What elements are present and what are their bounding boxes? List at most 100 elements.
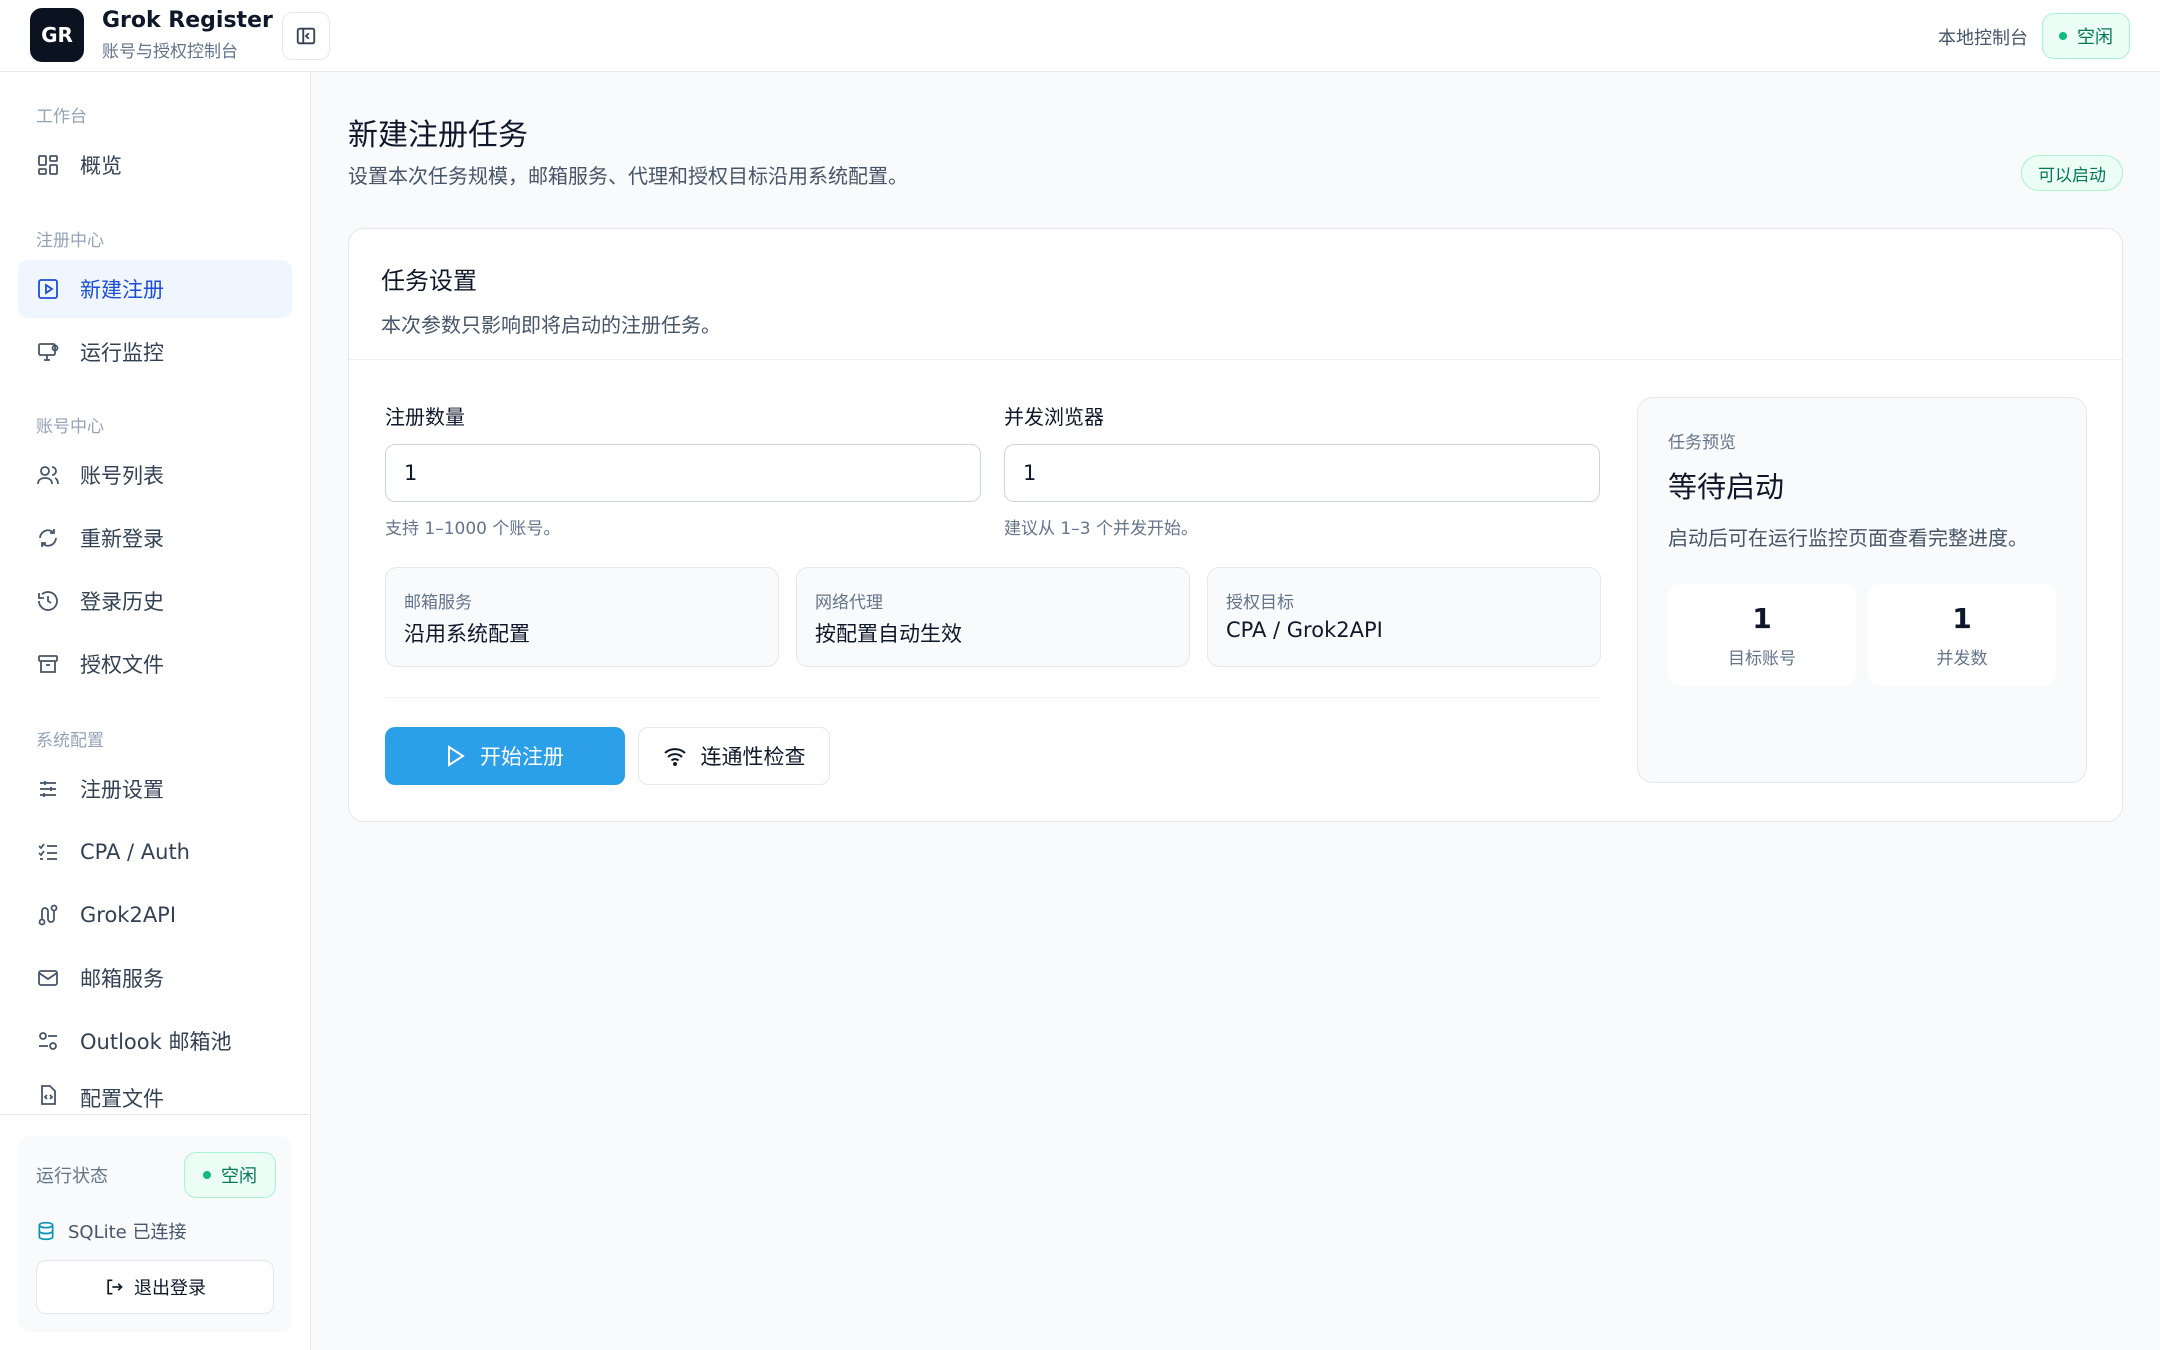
sidebar-item-label: Grok2API: [80, 903, 177, 927]
register-count-hint: 支持 1–1000 个账号。: [385, 519, 561, 539]
concurrency-stat: 1 并发数: [1868, 584, 2056, 686]
sidebar-item-label: 运行监控: [80, 341, 164, 365]
sliders-icon: [40, 781, 56, 797]
sidebar-item-label: 概览: [80, 154, 122, 178]
checklist-icon: [38, 843, 57, 860]
page-subtitle: 设置本次任务规模，邮箱服务、代理和授权目标沿用系统配置。: [348, 164, 908, 188]
sidebar-section-accounts: 账号中心: [36, 417, 104, 437]
status-dot-icon: [2059, 32, 2067, 40]
sidebar-item-overview[interactable]: 概览: [18, 136, 292, 194]
register-count-input[interactable]: 1: [385, 444, 981, 502]
history-icon: [38, 591, 58, 611]
info-value: 按配置自动生效: [815, 622, 962, 646]
panel-left-icon: [296, 27, 316, 45]
sidebar-section-workbench: 工作台: [36, 107, 87, 127]
connectivity-check-label: 连通性检查: [700, 745, 806, 769]
play-square-icon: [38, 279, 58, 299]
sidebar-section-system: 系统配置: [36, 731, 104, 751]
runtime-status-badge: 空闲: [184, 1152, 276, 1198]
sidebar-item-account-list[interactable]: 账号列表: [18, 446, 292, 504]
sidebar-item-label: 重新登录: [80, 527, 164, 551]
users-icon: [37, 466, 59, 485]
logout-label: 退出登录: [134, 1278, 206, 1299]
runtime-status-label: 运行状态: [36, 1166, 108, 1187]
db-status: SQLite 已连接: [36, 1218, 186, 1244]
info-label: 邮箱服务: [404, 593, 472, 613]
sidebar: 工作台 概览 注册中心 新建注册 运行监控 账号中心 账号列表 重新登录 登录历…: [0, 72, 311, 1350]
sidebar-item-label: 登录历史: [80, 590, 164, 614]
logout-button[interactable]: 退出登录: [36, 1260, 274, 1314]
archive-icon: [38, 655, 58, 673]
sidebar-item-auth-files[interactable]: 授权文件: [18, 635, 292, 693]
task-preview-panel: 任务预览 等待启动 启动后可在运行监控页面查看完整进度。 1 目标账号 1 并发…: [1637, 397, 2087, 783]
card-subtitle: 本次参数只影响即将启动的注册任务。: [381, 313, 721, 337]
sidebar-item-label: 账号列表: [80, 464, 164, 488]
actions-divider: [385, 697, 1600, 698]
route-icon: [38, 904, 58, 926]
wifi-icon: [663, 748, 686, 766]
settings-toggles-icon: [39, 1032, 57, 1050]
sidebar-item-relogin[interactable]: 重新登录: [18, 509, 292, 567]
header-status-text: 空闲: [2077, 27, 2113, 48]
page-title: 新建注册任务: [348, 118, 528, 153]
auth-target-info: 授权目标 CPA / Grok2API: [1207, 567, 1601, 667]
local-console-label: 本地控制台: [1938, 28, 2028, 49]
start-register-button[interactable]: 开始注册: [385, 727, 625, 785]
file-code-icon: [41, 1085, 56, 1105]
grid-icon: [38, 155, 58, 175]
header-status-badge: 空闲: [2042, 13, 2130, 59]
sidebar-item-label: Outlook 邮箱池: [80, 1030, 232, 1054]
monitor-icon: [38, 343, 59, 361]
sidebar-item-grok2api[interactable]: Grok2API: [18, 886, 292, 944]
stat-label: 并发数: [1936, 649, 1988, 669]
sidebar-item-cpa-auth[interactable]: CPA / Auth: [18, 823, 292, 881]
target-accounts-stat: 1 目标账号: [1668, 584, 1856, 686]
refresh-icon: [39, 529, 57, 547]
proxy-info: 网络代理 按配置自动生效: [796, 567, 1190, 667]
stat-label: 目标账号: [1728, 649, 1796, 669]
sidebar-item-label: 授权文件: [80, 653, 164, 677]
concurrency-hint: 建议从 1–3 个并发开始。: [1004, 519, 1198, 539]
sidebar-item-config-file[interactable]: 配置文件: [18, 1075, 292, 1113]
sidebar-item-new-register[interactable]: 新建注册: [18, 260, 292, 318]
info-label: 授权目标: [1226, 593, 1294, 613]
sidebar-item-mail-service[interactable]: 邮箱服务: [18, 949, 292, 1007]
app-subtitle: 账号与授权控制台: [102, 42, 238, 62]
runtime-status-text: 空闲: [221, 1166, 257, 1187]
sidebar-item-monitor[interactable]: 运行监控: [18, 323, 292, 381]
database-icon: [38, 1221, 54, 1241]
sidebar-item-label: 注册设置: [80, 778, 164, 802]
concurrency-input[interactable]: 1: [1004, 444, 1600, 502]
sidebar-item-label: 邮箱服务: [80, 967, 164, 991]
preview-label: 任务预览: [1668, 433, 1736, 453]
play-icon: [448, 745, 465, 767]
status-dot-icon: [203, 1171, 211, 1179]
sidebar-item-label: 新建注册: [80, 278, 164, 302]
sidebar-item-label: CPA / Auth: [80, 840, 190, 864]
info-value: CPA / Grok2API: [1226, 618, 1383, 642]
mail-icon: [38, 970, 58, 986]
card-divider: [349, 359, 2122, 360]
sidebar-item-register-settings[interactable]: 注册设置: [18, 760, 292, 818]
task-settings-card: 任务设置 本次参数只影响即将启动的注册任务。 注册数量 1 支持 1–1000 …: [348, 228, 2123, 822]
mail-service-info: 邮箱服务 沿用系统配置: [385, 567, 779, 667]
connectivity-check-button[interactable]: 连通性检查: [638, 727, 830, 785]
sidebar-item-label: 配置文件: [80, 1087, 164, 1111]
sidebar-section-register: 注册中心: [36, 231, 104, 251]
register-count-label: 注册数量: [385, 405, 465, 429]
app-logo: GR: [30, 8, 84, 62]
concurrency-label: 并发浏览器: [1004, 405, 1104, 429]
stat-value: 1: [1752, 602, 1772, 635]
preview-title: 等待启动: [1668, 470, 1785, 504]
info-label: 网络代理: [815, 593, 883, 613]
runtime-status-card: 运行状态 空闲 SQLite 已连接 退出登录: [18, 1136, 292, 1332]
sidebar-item-login-history[interactable]: 登录历史: [18, 572, 292, 630]
card-title: 任务设置: [381, 267, 477, 295]
stat-value: 1: [1952, 602, 1972, 635]
sidebar-toggle-button[interactable]: [282, 12, 330, 60]
ready-status-badge: 可以启动: [2021, 155, 2123, 191]
app-title: Grok Register: [102, 8, 273, 33]
db-status-text: SQLite 已连接: [68, 1222, 187, 1243]
logout-icon: [107, 1279, 123, 1295]
sidebar-item-outlook-pool[interactable]: Outlook 邮箱池: [18, 1012, 292, 1070]
